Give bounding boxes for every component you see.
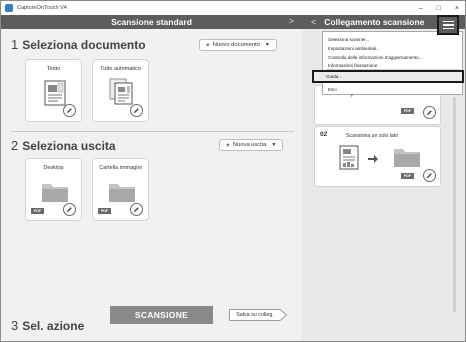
step3-number: 3 (11, 318, 19, 333)
pencil-icon (67, 108, 72, 113)
pdf-badge: PDF (401, 108, 414, 114)
step1-heading: 1 Seleziona documento (11, 37, 146, 52)
menu-item-check-updates[interactable]: Controlla delle informazioni d'aggiornam… (328, 55, 423, 60)
caret-down-icon: ▼ (271, 142, 277, 148)
step1-number: 1 (11, 37, 19, 52)
folder-icon (42, 184, 68, 202)
document-card-label: Testo (46, 66, 61, 72)
document-card-label: Tutto automatico (100, 66, 141, 72)
folder-icon (394, 149, 420, 167)
new-document-label: Nuovo documento (212, 42, 260, 48)
menu-item-exit[interactable]: Esci (328, 87, 337, 92)
output-card-label: Cartella immagini (99, 165, 142, 171)
pencil-icon (67, 207, 72, 212)
section-divider (11, 131, 294, 132)
step3-title: Sel. azione (22, 319, 85, 333)
menu-item-guide[interactable]: Guida... (312, 70, 464, 83)
document-card-auto[interactable]: Tutto automatico (92, 59, 149, 122)
menu-line-icon (442, 20, 454, 23)
step2-number: 2 (11, 138, 19, 153)
edit-output-button[interactable] (130, 203, 143, 216)
maximize-button[interactable]: □ (437, 5, 441, 12)
standard-scan-header: Scansione standard > (1, 15, 302, 29)
menu-item-environment-settings[interactable]: Impostazioni ambientali... (328, 46, 380, 51)
save-to-link-button[interactable]: Salva su colleg. (229, 309, 287, 321)
edit-job-button[interactable] (423, 169, 436, 182)
folder-icon (109, 184, 135, 202)
hamburger-menu-button[interactable] (437, 15, 459, 35)
minimize-button[interactable]: – (419, 5, 423, 12)
job-number: 02 (320, 131, 328, 138)
output-card-image-folder[interactable]: Cartella immagini PDF (92, 158, 149, 221)
output-card-desktop[interactable]: Desktop PDF (25, 158, 82, 221)
title-bar: CaptureOnTouch V4 – □ × (1, 1, 465, 15)
job-description: Scansiona un solo lato (346, 133, 399, 139)
pdf-badge: PDF (401, 173, 414, 179)
main-menu-dropdown: Seleziona scanner... Impostazioni ambien… (322, 31, 463, 95)
step2-title: Seleziona uscita (22, 139, 116, 153)
caret-down-icon: ▼ (264, 42, 270, 48)
document-icon (339, 145, 359, 170)
pencil-icon (427, 173, 432, 178)
save-to-link-label: Salva su colleg. (236, 312, 274, 318)
window-title: CaptureOnTouch V4 (17, 5, 67, 11)
scan-button[interactable]: SCANSIONE (110, 306, 213, 324)
auto-document-icon (109, 78, 133, 105)
menu-line-icon (442, 24, 454, 26)
app-window: CaptureOnTouch V4 – □ × Scansione standa… (0, 0, 466, 342)
output-card-label: Desktop (43, 165, 64, 171)
edit-document-button[interactable] (130, 104, 143, 117)
scan-link-title: Collegamento scansione (324, 17, 425, 27)
step3-heading: 3 Sel. azione (11, 318, 84, 333)
menu-line-icon (442, 27, 454, 30)
new-document-button[interactable]: + Nuovo documento ▼ (199, 39, 277, 51)
step2-heading: 2 Seleziona uscita (11, 138, 116, 153)
menu-item-select-scanner[interactable]: Seleziona scanner... (328, 37, 369, 42)
menu-item-guide-label: Guida... (326, 74, 343, 79)
pencil-icon (427, 110, 432, 115)
edit-document-button[interactable] (63, 104, 76, 117)
standard-scan-title: Scansione standard (111, 17, 192, 27)
new-output-label: Nuova uscita (232, 142, 267, 148)
job-card-02[interactable]: 02 Scansiona un solo lato PDF (314, 126, 441, 187)
pencil-icon (134, 207, 139, 212)
pencil-icon (134, 108, 139, 113)
plus-icon: + (206, 41, 210, 49)
text-document-icon (44, 80, 66, 106)
window-controls: – □ × (419, 1, 459, 15)
standard-scan-panel: Scansione standard > 1 Seleziona document… (1, 15, 302, 341)
close-button[interactable]: × (455, 5, 459, 12)
chevron-right-icon[interactable]: > (289, 16, 294, 26)
document-card-text[interactable]: Testo (25, 59, 82, 122)
pdf-badge: PDF (98, 208, 111, 214)
plus-icon: + (226, 141, 230, 149)
app-icon (5, 4, 13, 12)
chevron-left-icon[interactable]: < (311, 17, 316, 27)
edit-job-button[interactable] (423, 106, 436, 119)
edit-output-button[interactable] (63, 203, 76, 216)
right-panel-scrollbar[interactable] (453, 97, 456, 312)
menu-item-info[interactable]: Informazioni flussazione (328, 63, 377, 67)
step1-title: Seleziona documento (22, 38, 146, 52)
arrow-right-icon (368, 155, 378, 163)
new-output-button[interactable]: + Nuova uscita ▼ (219, 139, 284, 151)
pdf-badge: PDF (31, 208, 44, 214)
